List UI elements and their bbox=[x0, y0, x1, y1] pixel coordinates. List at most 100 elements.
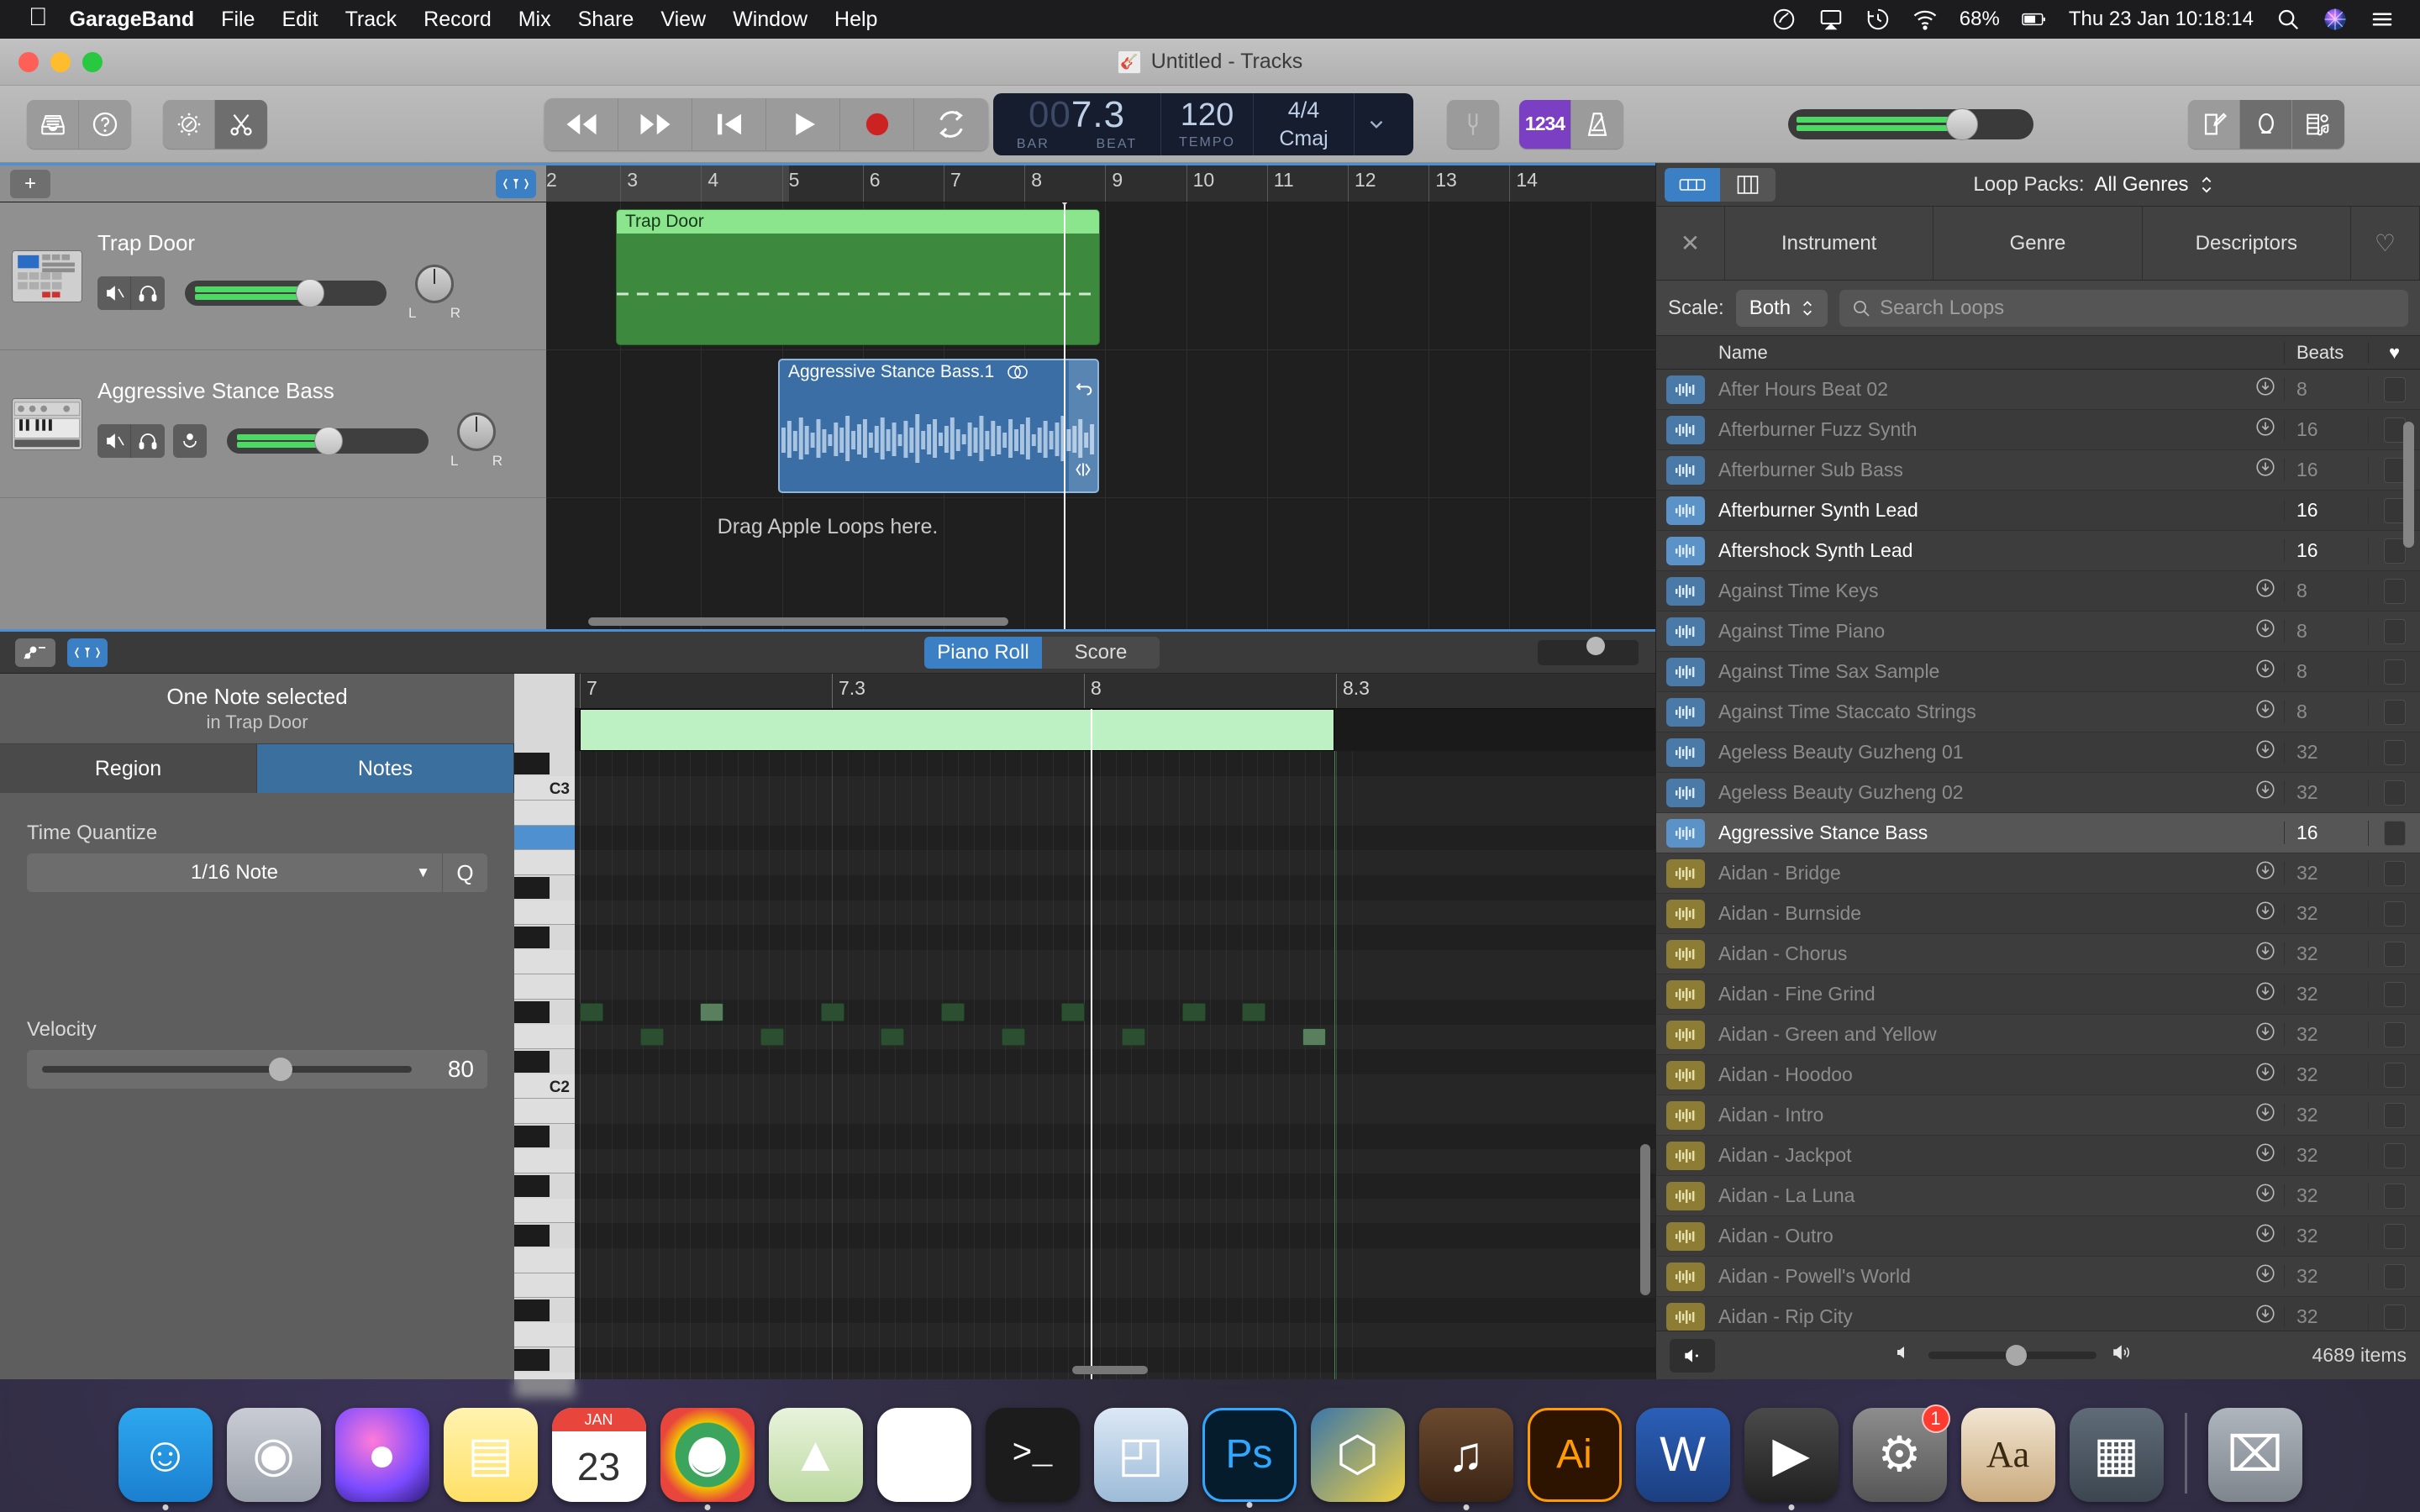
loop-favorite-checkbox[interactable] bbox=[2368, 579, 2420, 604]
menu-item-track[interactable]: Track bbox=[345, 8, 397, 32]
time-quantize-select[interactable]: 1/16 Note ▼ bbox=[27, 853, 442, 892]
preview-volume-slider[interactable] bbox=[1928, 1352, 2096, 1359]
loop-favorite-checkbox[interactable] bbox=[2368, 942, 2420, 967]
piano-roll-playhead[interactable] bbox=[1091, 709, 1092, 1379]
editor-zoom-slider[interactable] bbox=[1538, 640, 1639, 665]
loop-list-item[interactable]: Afterburner Fuzz Synth16 bbox=[1656, 410, 2420, 450]
piano-roll-note[interactable] bbox=[1182, 1003, 1206, 1021]
master-volume-slider[interactable] bbox=[1788, 109, 2033, 139]
record-enable-icon[interactable] bbox=[173, 424, 207, 458]
button-view-icon[interactable] bbox=[1665, 168, 1720, 202]
piano-white-key[interactable] bbox=[514, 900, 575, 926]
dock-item-launchpad[interactable]: ◉ bbox=[227, 1408, 321, 1502]
dock-item-photos[interactable]: ❀ bbox=[877, 1408, 971, 1502]
loop-packs-selector[interactable]: Loop Packs: All Genres bbox=[1776, 173, 2412, 197]
column-beats[interactable]: Beats bbox=[2284, 342, 2368, 364]
download-icon[interactable] bbox=[2247, 980, 2284, 1008]
dock-item-calendar[interactable]: JAN23 bbox=[552, 1408, 646, 1502]
loop-favorite-checkbox[interactable] bbox=[2368, 780, 2420, 806]
region-trap-door[interactable]: Trap Door bbox=[616, 209, 1100, 345]
scissors-icon[interactable] bbox=[215, 100, 267, 149]
dock-item-system-settings[interactable]: ⚙1 bbox=[1853, 1408, 1947, 1502]
piano-white-key[interactable] bbox=[514, 1099, 575, 1124]
tuner-icon[interactable] bbox=[1447, 100, 1499, 149]
track-lanes[interactable]: Trap Door Aggressive Stance Bass.1 bbox=[546, 202, 1655, 629]
velocity-knob[interactable] bbox=[269, 1058, 292, 1081]
piano-roll-note[interactable] bbox=[1061, 1003, 1085, 1021]
download-icon[interactable] bbox=[2247, 779, 2284, 806]
piano-keyboard[interactable]: C3C2 bbox=[514, 674, 575, 1379]
master-volume-knob[interactable] bbox=[1946, 108, 1978, 140]
column-view-icon[interactable] bbox=[1720, 168, 1776, 202]
loop-list-item[interactable]: Against Time Keys8 bbox=[1656, 571, 2420, 612]
loop-favorite-checkbox[interactable] bbox=[2368, 1264, 2420, 1289]
tab-region[interactable]: Region bbox=[0, 744, 257, 793]
solo-headphone-icon[interactable] bbox=[131, 424, 165, 458]
media-browser-icon[interactable] bbox=[2292, 100, 2344, 149]
piano-roll-note[interactable] bbox=[821, 1003, 844, 1021]
lcd-key-signature[interactable]: 4/4 Cmaj bbox=[1254, 93, 1355, 155]
menu-app-name[interactable]: GarageBand bbox=[70, 8, 195, 32]
count-in-icon[interactable]: 1234 bbox=[1519, 100, 1571, 149]
menu-item-file[interactable]: File bbox=[221, 8, 255, 32]
dock-item-maps[interactable]: ▲ bbox=[769, 1408, 863, 1502]
column-name[interactable]: Name bbox=[1656, 342, 2284, 364]
download-icon[interactable] bbox=[2247, 900, 2284, 927]
piano-roll-ruler[interactable]: 77.388.3 bbox=[575, 674, 1655, 709]
lane-bass[interactable] bbox=[546, 350, 1655, 498]
category-descriptors[interactable]: Descriptors bbox=[2143, 207, 2351, 280]
piano-white-key[interactable] bbox=[514, 850, 575, 875]
menu-item-help[interactable]: Help bbox=[834, 8, 877, 32]
piano-roll-note[interactable] bbox=[1002, 1028, 1025, 1047]
piano-roll-note[interactable] bbox=[941, 1003, 965, 1021]
smart-controls-icon[interactable] bbox=[163, 100, 215, 149]
piano-roll-note[interactable] bbox=[760, 1028, 784, 1047]
piano-white-key[interactable] bbox=[514, 1199, 575, 1224]
snap-to-grid-icon[interactable] bbox=[496, 170, 536, 198]
dock-item-python[interactable]: ⬡ bbox=[1311, 1408, 1405, 1502]
dock-item-terminal[interactable]: >_ bbox=[986, 1408, 1080, 1502]
piano-roll-grid[interactable]: 77.388.3 bbox=[575, 674, 1655, 1379]
pan-knob-icon[interactable] bbox=[457, 412, 496, 451]
menu-clock[interactable]: Thu 23 Jan 10:18:14 bbox=[2069, 8, 2254, 31]
go-to-beginning-icon[interactable] bbox=[692, 98, 766, 150]
loop-favorite-checkbox[interactable] bbox=[2368, 901, 2420, 927]
loop-favorite-checkbox[interactable] bbox=[2368, 1305, 2420, 1330]
track-name[interactable]: Aggressive Stance Bass bbox=[97, 378, 534, 404]
cycle-region[interactable] bbox=[546, 165, 789, 202]
loop-favorite-checkbox[interactable] bbox=[2368, 1103, 2420, 1128]
lcd-position[interactable]: 007.3 BARBEAT bbox=[993, 93, 1161, 155]
screen-mirroring-icon[interactable] bbox=[1818, 7, 1844, 32]
arrange-horizontal-scrollbar[interactable] bbox=[588, 617, 1008, 626]
metronome-icon[interactable] bbox=[1571, 100, 1623, 149]
velocity-slider[interactable]: 80 bbox=[27, 1050, 487, 1089]
track-volume-slider[interactable] bbox=[185, 281, 387, 306]
record-icon[interactable] bbox=[840, 98, 914, 150]
loop-list-item[interactable]: Aftershock Synth Lead16 bbox=[1656, 531, 2420, 571]
preview-mute-button[interactable] bbox=[1670, 1339, 1715, 1373]
loop-favorite-checkbox[interactable] bbox=[2368, 700, 2420, 725]
download-icon[interactable] bbox=[2247, 738, 2284, 766]
track-volume-knob[interactable] bbox=[296, 279, 324, 307]
download-icon[interactable] bbox=[2247, 1182, 2284, 1210]
piano-black-key[interactable] bbox=[514, 1001, 550, 1023]
download-icon[interactable] bbox=[2247, 577, 2284, 605]
tab-notes[interactable]: Notes bbox=[257, 744, 514, 793]
loop-favorite-checkbox[interactable] bbox=[2368, 659, 2420, 685]
library-icon[interactable] bbox=[27, 100, 79, 149]
loop-list-item[interactable]: Against Time Sax Sample8 bbox=[1656, 652, 2420, 692]
piano-white-key[interactable] bbox=[514, 1323, 575, 1348]
help-icon[interactable] bbox=[79, 100, 131, 149]
cloud-sync-icon[interactable] bbox=[1771, 7, 1797, 32]
loop-favorite-checkbox[interactable] bbox=[2368, 1143, 2420, 1168]
play-icon[interactable] bbox=[766, 98, 840, 150]
download-icon[interactable] bbox=[2247, 617, 2284, 645]
download-icon[interactable] bbox=[2247, 375, 2284, 403]
track-pan-control[interactable]: LR bbox=[450, 412, 502, 470]
piano-roll-note[interactable] bbox=[580, 1003, 603, 1021]
region-aggressive-stance-bass[interactable]: Aggressive Stance Bass.1 bbox=[778, 359, 1099, 493]
menu-item-share[interactable]: Share bbox=[578, 8, 634, 32]
siri-icon[interactable] bbox=[2323, 7, 2348, 32]
time-machine-icon[interactable] bbox=[1865, 7, 1891, 32]
editor-zoom-knob[interactable] bbox=[1586, 637, 1605, 655]
